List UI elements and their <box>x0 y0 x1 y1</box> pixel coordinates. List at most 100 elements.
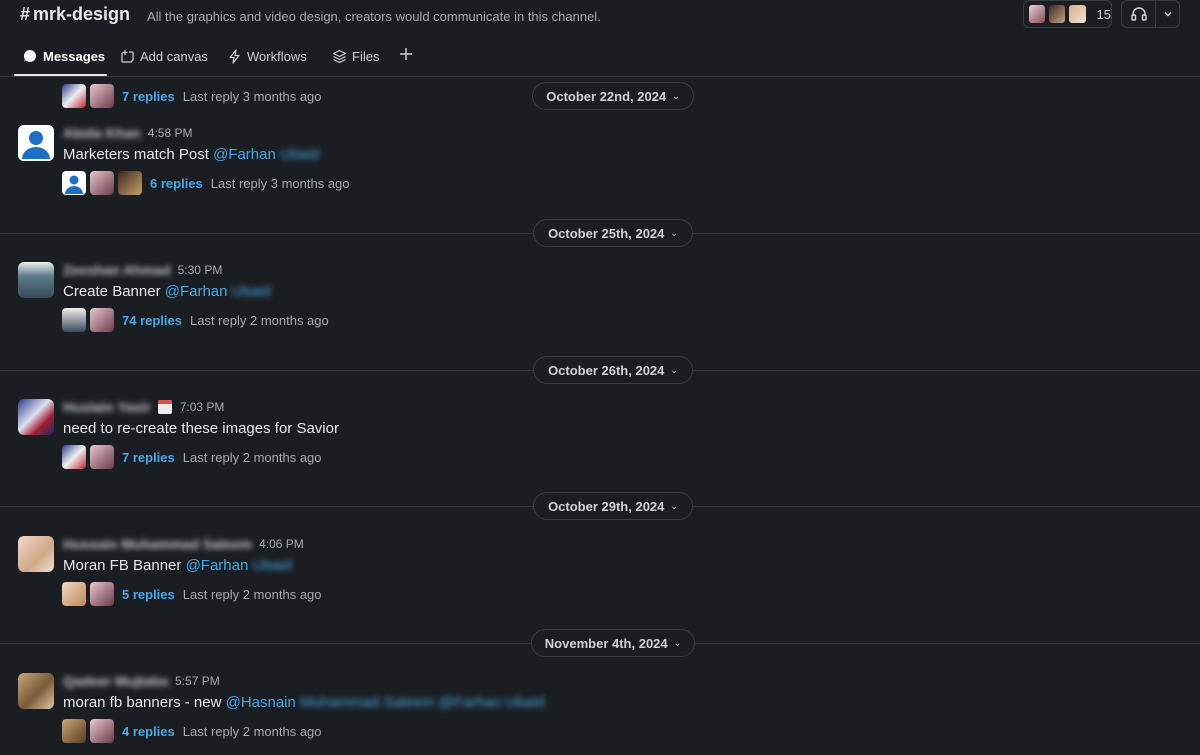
message-text: Create Banner @Farhan Ubaid <box>63 283 271 300</box>
user-mention-rest: Ubaid <box>280 146 320 163</box>
thread-summary[interactable]: 5 replies Last reply 2 months ago <box>62 582 322 606</box>
channel-title[interactable]: # mrk-design <box>20 4 130 25</box>
reply-count-link[interactable]: 6 replies <box>150 176 203 191</box>
lightning-icon <box>226 48 242 64</box>
message-text: Marketers match Post @Farhan Ubaid <box>63 146 319 163</box>
avatar[interactable] <box>18 262 54 298</box>
user-mention-rest: Ubaid <box>231 283 271 300</box>
hash-icon: # <box>20 4 31 24</box>
tab-files[interactable]: Files <box>331 48 379 64</box>
author-name[interactable]: Qadeer Mujtaba <box>63 673 168 689</box>
message-meta: Abida Khan 4:58 PM <box>63 125 192 141</box>
date-divider-pill[interactable]: November 4th, 2024 ⌄ <box>531 629 695 657</box>
channel-tabs: Messages Add canvas Workflows Files <box>0 40 1200 77</box>
reply-count-link[interactable]: 7 replies <box>122 89 175 104</box>
active-tab-indicator <box>14 74 107 76</box>
chevron-down-icon[interactable] <box>1156 9 1179 19</box>
timestamp[interactable]: 5:57 PM <box>175 674 220 688</box>
date-divider-pill[interactable]: October 29th, 2024 ⌄ <box>533 492 693 520</box>
reply-count-link[interactable]: 5 replies <box>122 587 175 602</box>
tab-messages[interactable]: Messages <box>22 48 105 64</box>
author-name[interactable]: Huslain Yasir <box>63 399 151 415</box>
tab-workflows[interactable]: Workflows <box>226 48 307 64</box>
timestamp[interactable]: 5:30 PM <box>178 263 223 277</box>
date-divider-pill[interactable]: October 25th, 2024 ⌄ <box>533 219 693 247</box>
user-mention-rest: Muhammad Saleem @Farhan Ubaid <box>300 694 545 711</box>
message-feed[interactable]: 7 replies Last reply 3 months ago Octobe… <box>0 78 1200 755</box>
author-name[interactable]: Abida Khan <box>63 125 141 141</box>
date-divider-pill[interactable]: October 26th, 2024 ⌄ <box>533 356 693 384</box>
user-mention[interactable]: @Farhan <box>213 146 276 163</box>
avatar <box>90 582 114 606</box>
avatar <box>62 308 86 332</box>
avatar[interactable] <box>18 536 54 572</box>
date-label: November 4th, 2024 <box>544 635 668 651</box>
headphones-icon[interactable] <box>1122 1 1156 27</box>
date-label: October 25th, 2024 <box>548 225 665 241</box>
avatar <box>90 445 114 469</box>
reply-count-link[interactable]: 74 replies <box>122 313 182 328</box>
thread-summary[interactable]: 6 replies Last reply 3 months ago <box>62 171 350 195</box>
avatar[interactable] <box>18 125 54 161</box>
tab-add-canvas[interactable]: Add canvas <box>119 48 208 64</box>
chevron-down-icon: ⌄ <box>670 364 678 375</box>
user-mention-rest: Ubaid <box>252 557 292 574</box>
avatar[interactable] <box>18 399 54 435</box>
avatar <box>62 171 86 195</box>
message-bubble-icon <box>22 48 38 64</box>
message-meta: Huslain Yasir 7:03 PM <box>63 399 224 415</box>
author-name[interactable]: Zeeshan Ahmad <box>63 262 171 278</box>
date-divider-pill[interactable]: October 22nd, 2024 ⌄ <box>532 82 694 110</box>
message-meta: Zeeshan Ahmad 5:30 PM <box>63 262 222 278</box>
thread-summary[interactable]: 7 replies Last reply 2 months ago <box>62 445 322 469</box>
author-name[interactable]: Hussain Muhammad Saleem <box>63 536 252 552</box>
message-meta: Hussain Muhammad Saleem 4:06 PM <box>63 536 304 552</box>
reply-count-link[interactable]: 7 replies <box>122 450 175 465</box>
thread-summary[interactable]: 4 replies Last reply 2 months ago <box>62 719 322 743</box>
avatar <box>90 308 114 332</box>
last-reply-time: Last reply 2 months ago <box>182 723 322 739</box>
timestamp[interactable]: 7:03 PM <box>180 400 225 414</box>
user-mention[interactable]: @Hasnain <box>226 694 296 711</box>
avatar <box>90 719 114 743</box>
huddle-button[interactable] <box>1121 0 1180 28</box>
last-reply-time: Last reply 3 months ago <box>182 88 322 104</box>
member-count: 15 <box>1096 6 1111 22</box>
plus-icon <box>398 46 414 65</box>
avatar <box>90 171 114 195</box>
avatar <box>62 84 86 108</box>
message-body: need to re-create these images for Savio… <box>63 420 339 437</box>
thread-summary[interactable]: 7 replies Last reply 3 months ago <box>62 84 322 108</box>
members-button[interactable]: 15 <box>1023 0 1112 28</box>
message-text: need to re-create these images for Savio… <box>63 420 339 437</box>
last-reply-time: Last reply 3 months ago <box>210 175 350 191</box>
timestamp[interactable]: 4:58 PM <box>148 126 193 140</box>
chevron-down-icon: ⌄ <box>670 500 678 511</box>
message-meta: Qadeer Mujtaba 5:57 PM <box>63 673 220 689</box>
member-avatar <box>1048 4 1067 24</box>
add-tab-button[interactable] <box>398 46 414 65</box>
reply-count-link[interactable]: 4 replies <box>122 724 175 739</box>
layers-icon <box>331 48 347 64</box>
avatar <box>118 171 142 195</box>
member-avatar <box>1068 4 1087 24</box>
message-body: Moran FB Banner <box>63 557 182 574</box>
avatar <box>62 445 86 469</box>
avatar <box>90 84 114 108</box>
channel-name: mrk-design <box>33 4 131 24</box>
message-text: Moran FB Banner @Farhan Ubaid <box>63 557 292 574</box>
last-reply-time: Last reply 2 months ago <box>190 312 329 328</box>
message-body: Create Banner <box>63 283 161 300</box>
message-body: moran fb banners - new <box>63 694 222 711</box>
user-mention[interactable]: @Farhan <box>165 283 228 300</box>
calendar-status-icon <box>157 400 172 414</box>
avatar[interactable] <box>18 673 54 709</box>
tab-label: Workflows <box>247 48 307 64</box>
channel-header: # mrk-design All the graphics and video … <box>0 0 1200 32</box>
message-text: moran fb banners - new @Hasnain Muhammad… <box>63 694 545 711</box>
timestamp[interactable]: 4:06 PM <box>259 537 304 551</box>
thread-summary[interactable]: 74 replies Last reply 2 months ago <box>62 308 329 332</box>
date-label: October 26th, 2024 <box>548 362 665 378</box>
canvas-icon <box>119 48 135 64</box>
user-mention[interactable]: @Farhan <box>186 557 249 574</box>
